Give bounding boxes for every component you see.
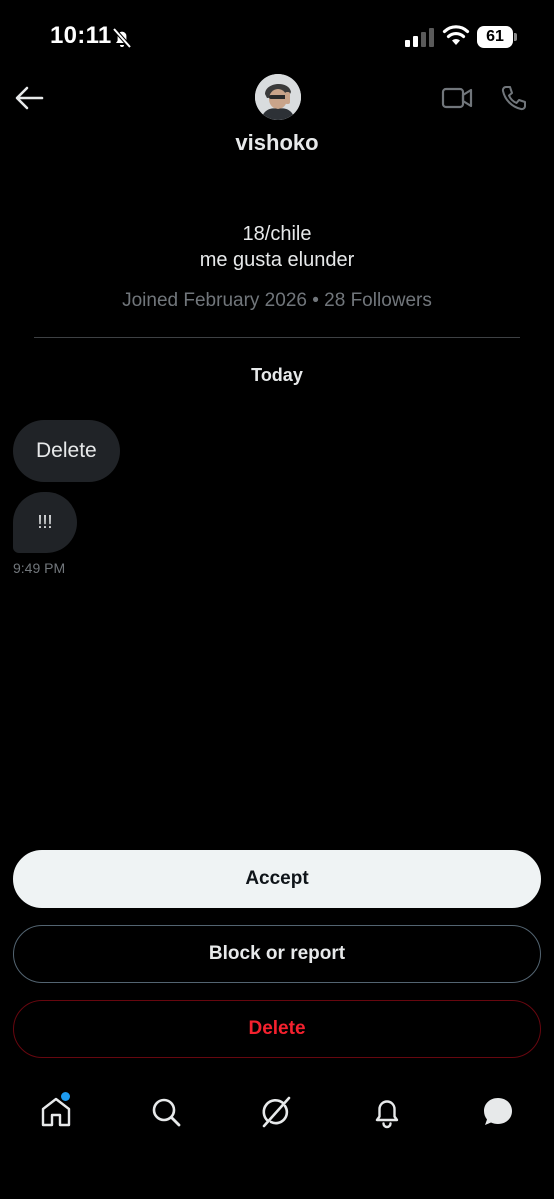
status-bar: 10:11 61 <box>0 0 554 72</box>
profile-bio-line-2: me gusta elunder <box>199 249 355 271</box>
avatar[interactable] <box>255 74 301 120</box>
nav-grok[interactable] <box>258 1094 294 1130</box>
nav-notifications[interactable] <box>369 1094 405 1130</box>
signal-icon <box>405 28 434 47</box>
bell-off-icon <box>112 27 132 49</box>
accept-button[interactable]: Accept <box>13 850 541 908</box>
wifi-icon <box>442 25 470 45</box>
nav-messages[interactable] <box>480 1094 516 1130</box>
profile-bio-line-1: 18/chile <box>242 223 312 245</box>
bottom-nav <box>0 1080 554 1152</box>
battery-level: 61 <box>486 28 504 45</box>
message-timestamp: 9:49 PM <box>13 560 66 576</box>
nav-search[interactable] <box>148 1094 184 1130</box>
phone-call-icon[interactable] <box>500 84 528 112</box>
battery-icon: 61 <box>477 26 517 48</box>
message-bubble[interactable]: Delete <box>13 420 120 482</box>
chat-username[interactable]: vishoko <box>0 130 554 156</box>
profile-meta: Joined February 2026 • 28 Followers <box>122 290 432 311</box>
messages-icon <box>484 1098 512 1125</box>
bell-icon <box>375 1100 399 1129</box>
grok-icon <box>262 1096 291 1128</box>
video-call-icon[interactable] <box>441 84 473 112</box>
search-icon <box>152 1098 181 1127</box>
message-bubble[interactable]: !!! <box>13 492 77 553</box>
notification-dot <box>61 1092 70 1101</box>
status-time: 10:11 <box>50 22 112 49</box>
back-arrow-icon[interactable] <box>12 82 46 114</box>
block-or-report-button[interactable]: Block or report <box>13 925 541 983</box>
delete-button[interactable]: Delete <box>13 1000 541 1058</box>
avatar-image <box>255 74 301 120</box>
divider <box>34 337 520 338</box>
nav-home[interactable] <box>38 1092 74 1130</box>
day-separator: Today <box>251 365 303 385</box>
